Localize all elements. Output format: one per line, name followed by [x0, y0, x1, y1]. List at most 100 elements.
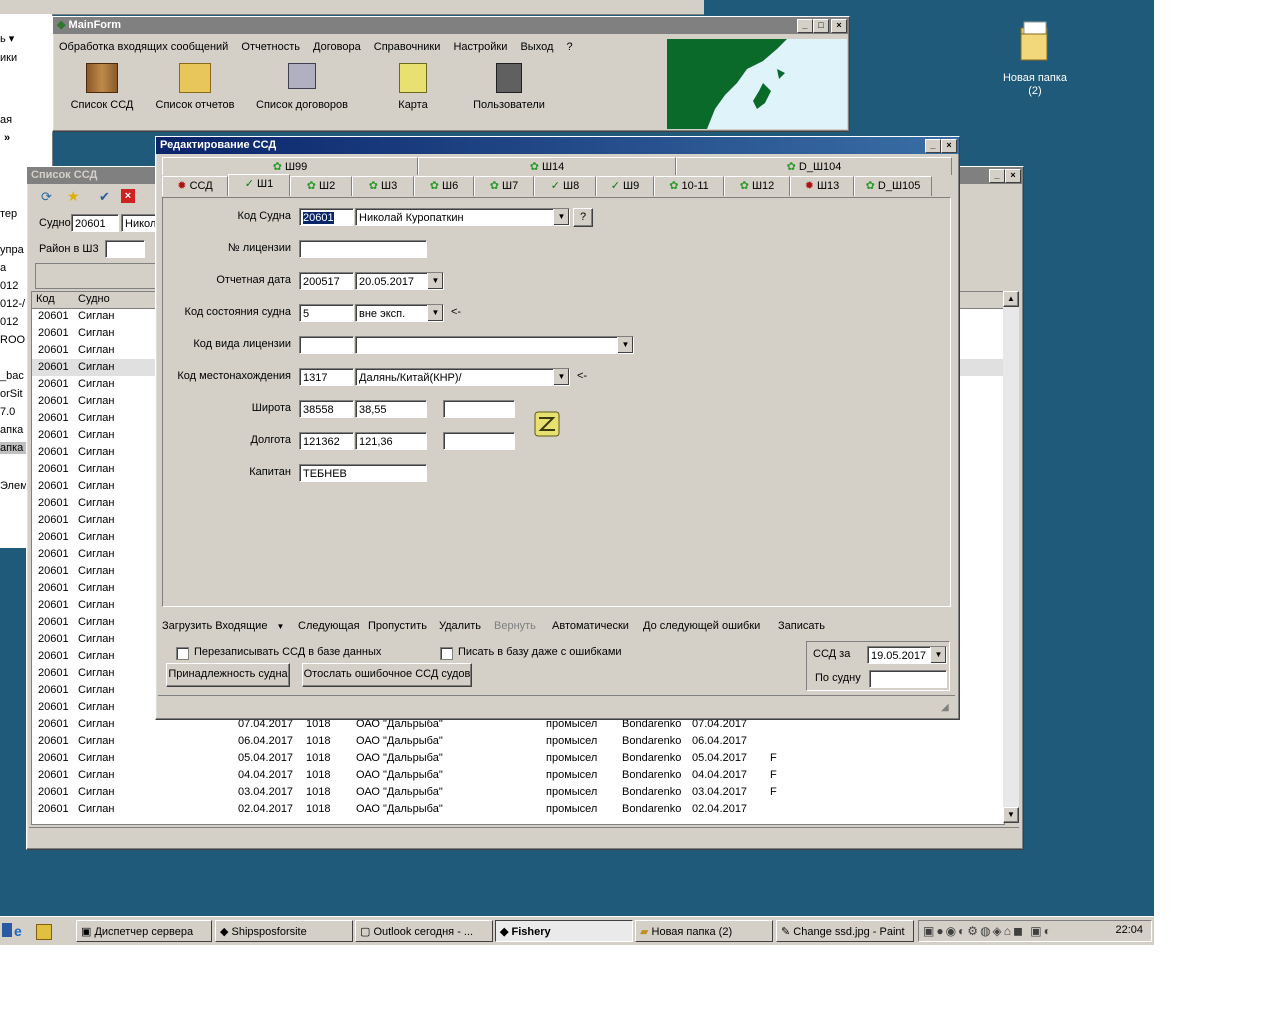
automatic-button[interactable]: Автоматически: [552, 615, 629, 637]
users-button[interactable]: Пользователи: [461, 61, 557, 113]
chevron-down-icon[interactable]: ▼: [553, 369, 569, 385]
scroll-down-button[interactable]: ▼: [1003, 807, 1019, 823]
dialog-close-button[interactable]: ×: [941, 139, 957, 153]
map-scroll-icon[interactable]: [531, 408, 563, 440]
tab-row2-2[interactable]: ✿ Ш2: [290, 176, 352, 196]
chevron-down-icon[interactable]: ▼: [427, 305, 443, 321]
location-code-field[interactable]: 1317: [299, 368, 354, 386]
outlook-quicklaunch-icon[interactable]: [36, 924, 52, 940]
tab-row2-8[interactable]: ✿ 10-11: [654, 176, 724, 196]
chevron-down-icon[interactable]: ▼: [930, 647, 946, 663]
tab-row2-10[interactable]: ✹ Ш13: [790, 176, 854, 196]
menu-vyhod[interactable]: Выход: [520, 41, 553, 53]
taskbar-item-outlook[interactable]: ▢ Outlook сегодня - ...: [355, 920, 493, 942]
menu-otchetnost[interactable]: Отчетность: [241, 41, 300, 53]
tab-row2-11[interactable]: ✿ D_Ш105: [854, 176, 932, 196]
menu-obrabotka[interactable]: Обработка входящих сообщений: [59, 41, 228, 53]
return-button[interactable]: Вернуть: [494, 615, 536, 637]
tab-active-row2-1[interactable]: ✓ Ш1: [228, 174, 290, 196]
table-row[interactable]: 20601 Сиглан 04.04.2017 1018 ОАО "Дальрыба" п…: [32, 767, 1004, 784]
ssd-list-close-button[interactable]: ×: [1005, 169, 1021, 183]
map-button[interactable]: Карта: [373, 61, 453, 113]
menu-help[interactable]: ?: [566, 41, 572, 53]
tab-row2-9[interactable]: ✿ Ш12: [724, 176, 790, 196]
edit-ssd-titlebar[interactable]: Редактирование ССД _ ×: [156, 137, 959, 154]
report-date-picker[interactable]: 20.05.2017 ▼: [355, 272, 444, 290]
ssd-za-date-picker[interactable]: 19.05.2017 ▼: [867, 646, 947, 664]
lat-code-field[interactable]: 38558: [299, 400, 354, 418]
tab-sh99[interactable]: ✿ Ш99: [162, 157, 418, 175]
col-header-code[interactable]: Код: [36, 293, 55, 305]
tab-row2-3[interactable]: ✿ Ш3: [352, 176, 414, 196]
tab-row2-5[interactable]: ✿ Ш7: [474, 176, 534, 196]
sudno-name-select[interactable]: Николай Куропаткин ▼: [355, 208, 570, 226]
lon-value-field[interactable]: 121,36: [355, 432, 427, 450]
tab-row2-6[interactable]: ✓ Ш8: [534, 176, 596, 196]
ssd-list-minimize-button[interactable]: _: [989, 169, 1005, 183]
report-list-button[interactable]: Список отчетов: [153, 61, 237, 113]
clock[interactable]: 22:04: [1115, 924, 1143, 936]
sudno-code-field[interactable]: 20601: [71, 214, 119, 232]
taskbar-item-server-manager[interactable]: ▣ Диспетчер сервера: [76, 920, 212, 942]
col-header-sudno[interactable]: Судно: [78, 293, 110, 305]
license-field[interactable]: [299, 240, 427, 258]
write-errors-checkbox[interactable]: [440, 647, 453, 660]
tray-icons[interactable]: ▣●◉◐⚙◍◈⌂◼ ▣◐: [923, 924, 1053, 938]
map-thumbnail[interactable]: [667, 39, 847, 129]
taskbar-item-new-folder[interactable]: ▰ Новая папка (2): [635, 920, 773, 942]
rewrite-checkbox[interactable]: [176, 647, 189, 660]
location-select[interactable]: Далянь/Китай(КНР)/ ▼: [355, 368, 570, 386]
lon-extra-field[interactable]: [443, 432, 515, 450]
menu-nastroyki[interactable]: Настройки: [453, 41, 507, 53]
save-button[interactable]: Записать: [778, 615, 825, 637]
state-select[interactable]: вне эксп. ▼: [355, 304, 444, 322]
close-button[interactable]: ×: [831, 19, 847, 33]
checkmark-icon[interactable]: ✔: [99, 189, 115, 205]
table-row[interactable]: 20601 Сиглан 02.04.2017 1018 ОАО "Дальрыба" п…: [32, 801, 1004, 818]
next-error-button[interactable]: До следующей ошибки: [643, 615, 760, 637]
next-button[interactable]: Следующая: [298, 615, 360, 637]
belong-button[interactable]: Принадлежность судна: [166, 663, 290, 687]
refresh-icon[interactable]: ⟳: [41, 189, 57, 205]
help-button[interactable]: ?: [573, 208, 593, 227]
chevron-down-icon[interactable]: ▼: [553, 209, 569, 225]
contracts-list-button[interactable]: Список договоров: [247, 61, 357, 113]
rayon-field[interactable]: [105, 240, 145, 258]
maximize-button[interactable]: □: [813, 19, 829, 33]
chevron-down-icon[interactable]: ▼: [427, 273, 443, 289]
state-code-field[interactable]: 5: [299, 304, 354, 322]
report-date-code-field[interactable]: 200517: [299, 272, 354, 290]
load-incoming-button[interactable]: Загрузить Входящие ▼: [162, 615, 284, 637]
menu-spravochniki[interactable]: Справочники: [374, 41, 441, 53]
scroll-up-button[interactable]: ▲: [1003, 291, 1019, 307]
chevron-down-icon[interactable]: ▼: [617, 337, 633, 353]
po-sudnu-field[interactable]: [869, 670, 947, 688]
tab-sh14[interactable]: ✿ Ш14: [418, 157, 676, 175]
resize-grip-icon[interactable]: ◢: [941, 702, 953, 714]
license-type-select[interactable]: ▼: [355, 336, 634, 354]
table-row[interactable]: 20601 Сиглан 03.04.2017 1018 ОАО "Дальрыба" п…: [32, 784, 1004, 801]
kod-sudna-field[interactable]: 20601: [299, 208, 354, 226]
taskbar-item-fishery[interactable]: ◆ Fishery: [495, 920, 633, 942]
captain-field[interactable]: ТЕБНЕВ: [299, 464, 427, 482]
dialog-minimize-button[interactable]: _: [925, 139, 941, 153]
taskbar-item-shipspos[interactable]: ◆ Shipsposforsite: [215, 920, 353, 942]
skip-button[interactable]: Пропустить: [368, 615, 427, 637]
minimize-button[interactable]: _: [797, 19, 813, 33]
bg-frag-3[interactable]: »: [4, 132, 10, 144]
table-row[interactable]: 20601 Сиглан 05.04.2017 1018 ОАО "Дальрыба" п…: [32, 750, 1004, 767]
send-errors-button[interactable]: Отослать ошибочное ССД судов: [302, 663, 472, 687]
tab-d-sh104[interactable]: ✿ D_Ш104: [676, 157, 952, 175]
ie-icon[interactable]: e: [14, 923, 30, 939]
tab-row2-7[interactable]: ✓ Ш9: [596, 176, 654, 196]
tab-row2-0[interactable]: ✹ ССД: [162, 176, 228, 196]
license-type-code-field[interactable]: [299, 336, 354, 354]
lon-code-field[interactable]: 121362: [299, 432, 354, 450]
mainform-titlebar[interactable]: ◆ MainForm _ □ ×: [53, 17, 849, 34]
ssd-list-button[interactable]: Список ССД: [57, 61, 147, 113]
start-icon[interactable]: [2, 923, 12, 937]
grid-scrollbar[interactable]: ▲ ▼: [1003, 291, 1019, 823]
delete-button[interactable]: Удалить: [439, 615, 481, 637]
tab-row2-4[interactable]: ✿ Ш6: [414, 176, 474, 196]
menu-dogovora[interactable]: Договора: [313, 41, 361, 53]
